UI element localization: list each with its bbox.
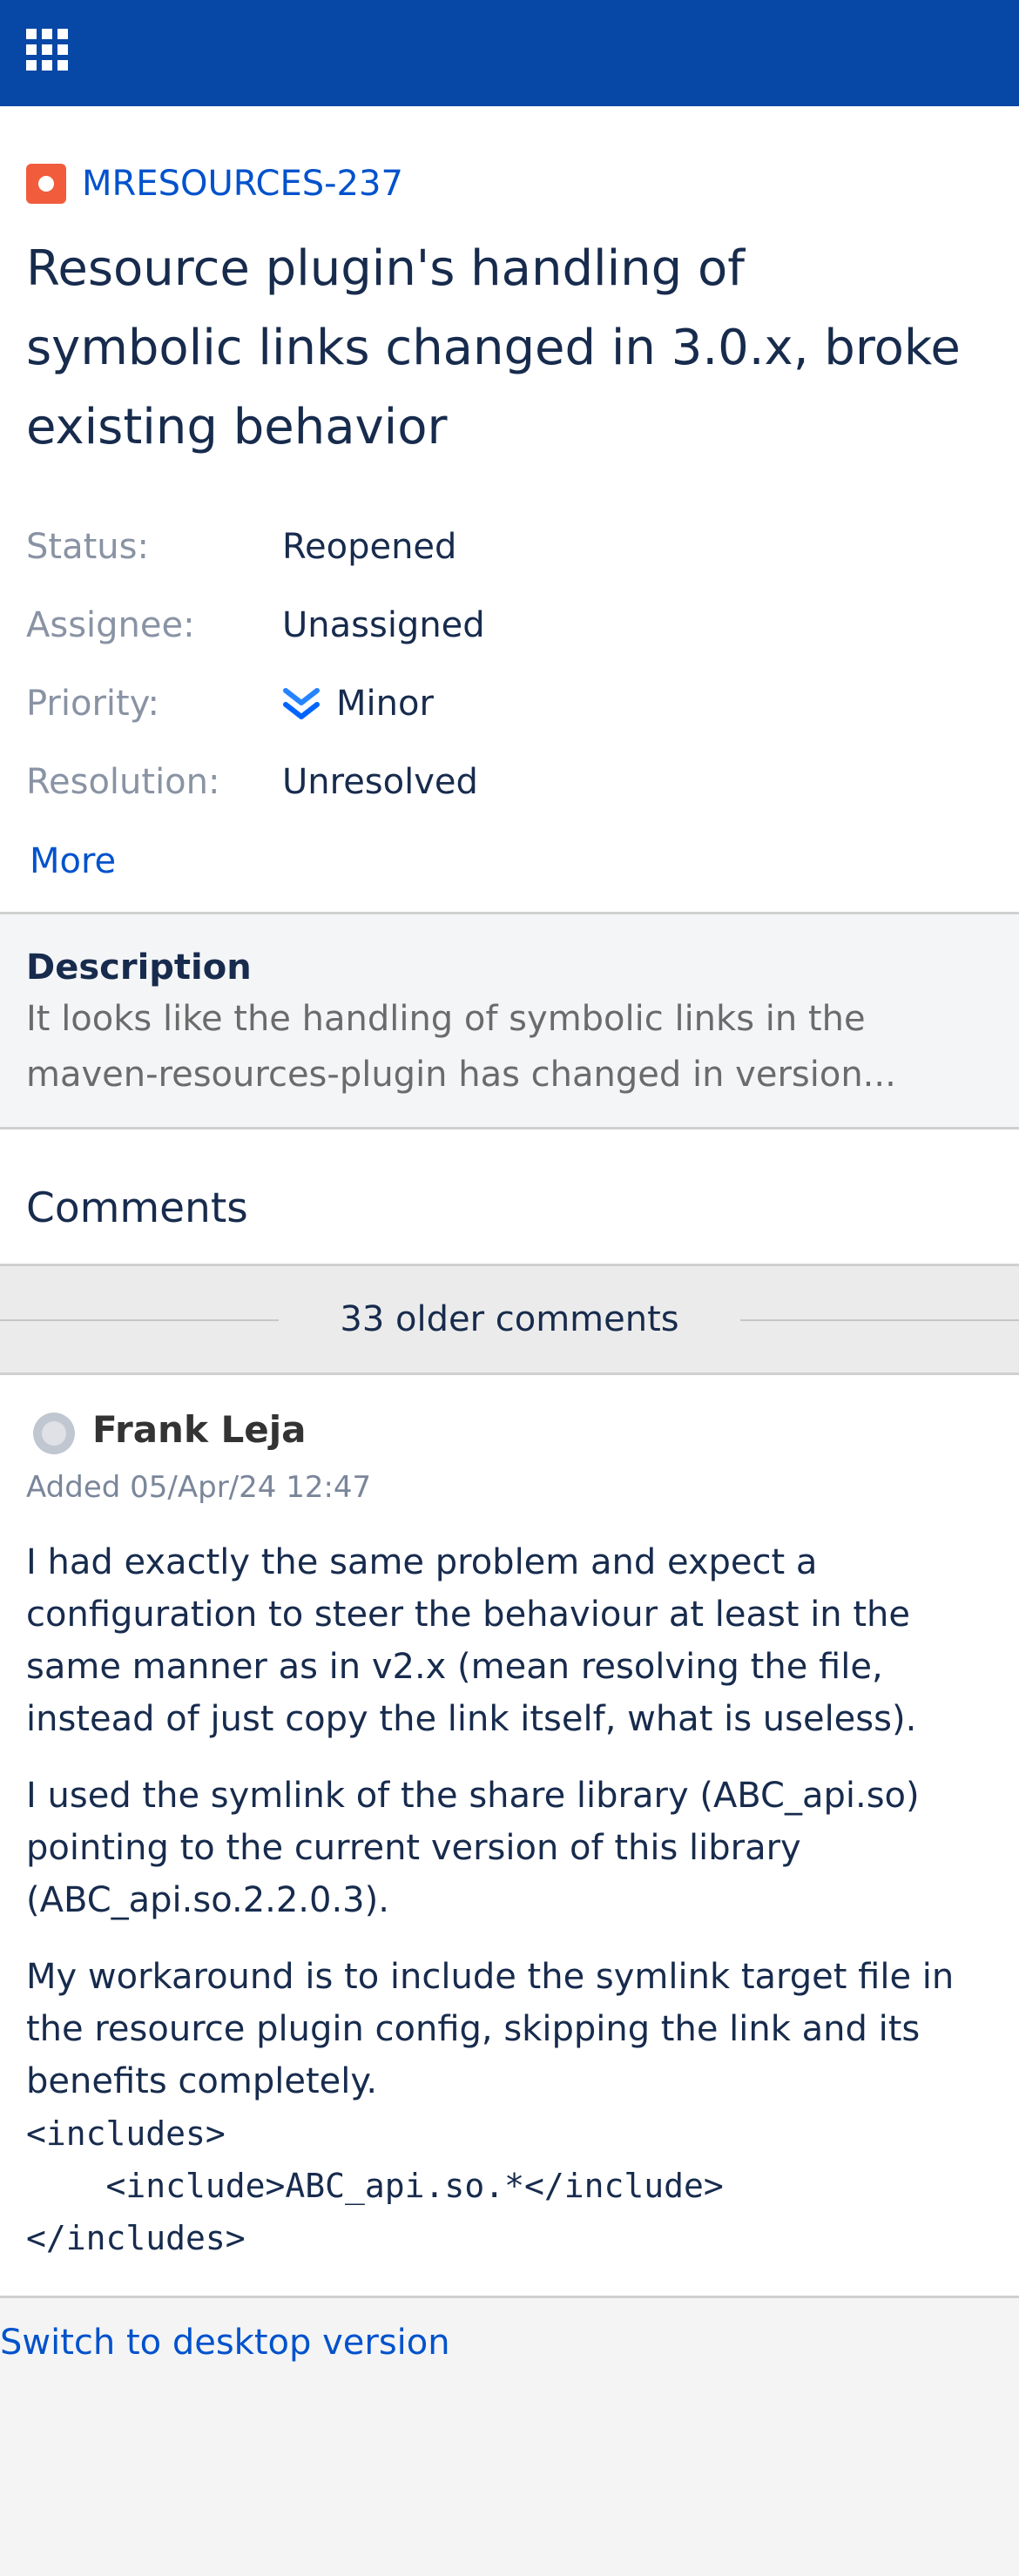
- status-row: Status: Reopened: [26, 508, 1019, 586]
- top-bar: [0, 0, 1019, 106]
- assignee-label: Assignee:: [26, 605, 195, 645]
- comments-heading: Comments: [26, 1183, 248, 1232]
- comment-author[interactable]: Frank Leja: [92, 1408, 307, 1451]
- comment-paragraph: I had exactly the same problem and expec…: [26, 1542, 917, 1739]
- description-line-2: maven-resources-plugin has changed in ve…: [26, 1055, 896, 1095]
- priority-row: Priority: Minor: [26, 664, 1019, 743]
- comment-paragraph: My workaround is to include the symlink …: [26, 1957, 955, 2101]
- description-section[interactable]: Description It looks like the handling o…: [0, 914, 1019, 1127]
- priority-value-wrap: Minor: [282, 684, 434, 724]
- status-label: Status:: [26, 527, 149, 567]
- resolution-label: Resolution:: [26, 762, 220, 802]
- issue-fields: Status: Reopened Assignee: Unassigned Pr…: [0, 508, 1019, 821]
- assignee-row: Assignee: Unassigned: [26, 586, 1019, 664]
- older-comments-line-right: [740, 1319, 1019, 1321]
- code-line: <includes>: [26, 2114, 226, 2153]
- older-comments-button[interactable]: 33 older comments: [0, 1266, 1019, 1372]
- avatar[interactable]: [33, 1412, 75, 1454]
- comments-header: Comments: [0, 1130, 1019, 1264]
- desktop-version-link[interactable]: Switch to desktop version: [0, 2298, 1019, 2375]
- older-comments-line-left: [0, 1319, 279, 1321]
- issue-main: MRESOURCES-237 Resource plugin's handlin…: [0, 106, 1019, 912]
- comment-paragraph: I used the symlink of the share library …: [26, 1776, 920, 1920]
- comment: Frank Leja Added 05/Apr/24 12:47 I had e…: [0, 1375, 1019, 2296]
- resolution-value: Unresolved: [282, 762, 478, 802]
- description-line-1: It looks like the handling of symbolic l…: [26, 999, 866, 1039]
- footer: Switch to desktop version: [0, 2298, 1019, 2375]
- status-value: Reopened: [282, 527, 457, 567]
- priority-value: Minor: [336, 684, 434, 724]
- older-comments-label: 33 older comments: [340, 1299, 679, 1339]
- comment-body: I had exactly the same problem and expec…: [26, 1536, 993, 2264]
- more-link[interactable]: More: [30, 826, 1019, 896]
- code-line: <include>ABC_api.so.*</include>: [26, 2167, 724, 2205]
- resolution-row: Resolution: Unresolved: [26, 743, 1019, 821]
- issue-key-row: MRESOURCES-237: [0, 106, 1019, 206]
- assignee-value: Unassigned: [282, 605, 485, 645]
- app-grid-icon[interactable]: [26, 29, 68, 74]
- comment-header: Frank Leja: [26, 1408, 993, 1454]
- issue-key-link[interactable]: MRESOURCES-237: [82, 164, 403, 204]
- priority-label: Priority:: [26, 684, 159, 724]
- issue-title: Resource plugin's handling of symbolic l…: [26, 240, 961, 455]
- code-line: </includes>: [26, 2219, 246, 2257]
- double-chevron-down-icon: [282, 684, 321, 724]
- comment-date: Added 05/Apr/24 12:47: [26, 1470, 372, 1505]
- bug-icon: [26, 164, 66, 204]
- description-heading: Description: [26, 947, 252, 988]
